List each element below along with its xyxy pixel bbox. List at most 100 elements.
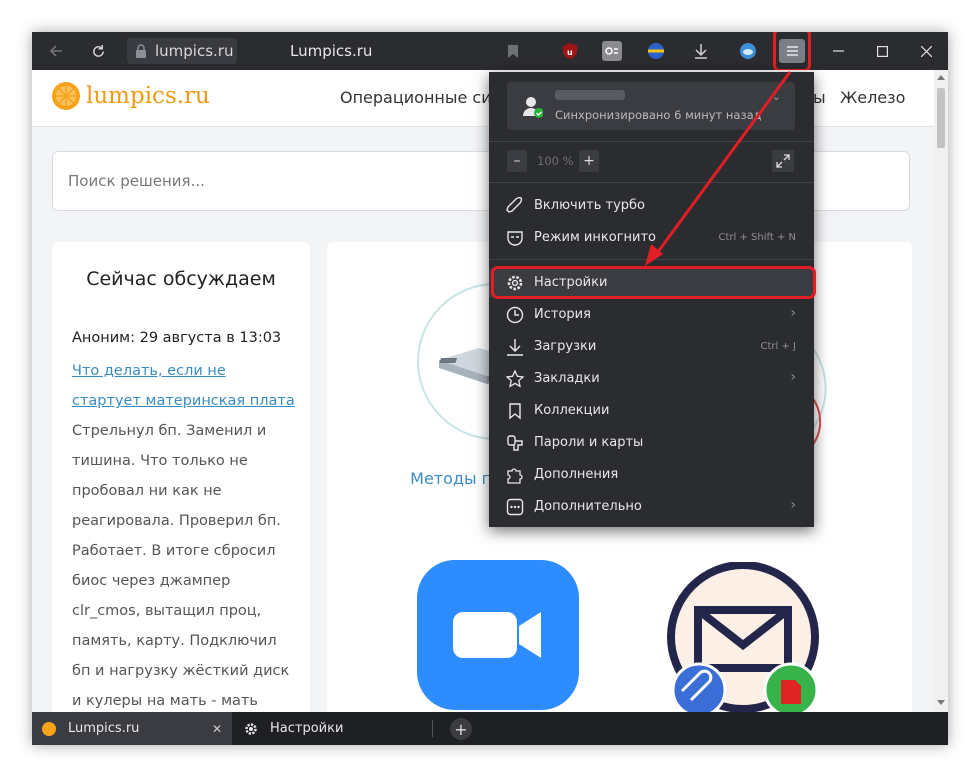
new-tab-button[interactable]: + (450, 718, 472, 740)
reload-icon (92, 44, 104, 57)
rocket-icon (506, 197, 523, 213)
svg-text:u: u (567, 48, 573, 57)
menu-divider (489, 182, 814, 183)
comment-meta: Аноним: 29 августа в 13:03 (72, 330, 282, 346)
zoom-in-button[interactable]: + (579, 150, 599, 172)
discussion-title: Сейчас обсуждаем (86, 268, 276, 290)
browser-main-menu: Синхронизировано 6 минут назад ⌄ – 100 %… (489, 72, 814, 527)
tab-label: Lumpics.ru (68, 721, 140, 736)
maximize-button[interactable] (860, 32, 904, 70)
more-icon (506, 498, 524, 516)
sync-status: Синхронизировано 6 минут назад (555, 108, 762, 122)
menu-item-downloads[interactable]: Загрузки Ctrl + J (489, 332, 814, 362)
nav-item-os[interactable]: Операционные сис (340, 88, 500, 107)
gear-icon (245, 722, 257, 735)
puzzle-icon (507, 468, 523, 484)
settings-highlight (491, 266, 816, 299)
menu-item-addons[interactable]: Дополнения (489, 460, 814, 490)
menu-item-label: Загрузки (534, 339, 597, 354)
browser-toolbar: lumpics.ru Lumpics.ru u (32, 32, 948, 72)
menu-item-incognito[interactable]: Режим инкогнито Ctrl + Shift + N (489, 223, 814, 253)
tab-lumpics[interactable]: Lumpics.ru ✕ (32, 712, 232, 745)
bookmark-icon (508, 44, 518, 58)
scroll-down-icon[interactable] (937, 700, 945, 706)
close-window-button[interactable] (904, 32, 948, 70)
nav-item-hardware[interactable]: Железо (840, 88, 905, 107)
nav-item-partial[interactable]: ы (813, 88, 826, 107)
menu-item-label: Дополнения (534, 467, 619, 482)
profile-name-blurred (555, 90, 625, 100)
extension-weather-icon[interactable] (738, 41, 758, 61)
zoom-level: 100 % (537, 154, 574, 168)
chevron-right-icon: › (790, 305, 796, 321)
chevron-right-icon: › (790, 369, 796, 385)
download-icon (695, 44, 707, 59)
menu-item-label: Режим инкогнито (534, 230, 656, 245)
mail-app-icon[interactable] (663, 562, 823, 712)
minimize-icon (832, 50, 844, 52)
close-icon (920, 45, 932, 57)
mask-icon (507, 231, 523, 246)
extension-lastpass-icon[interactable] (602, 41, 622, 61)
menu-item-passwords[interactable]: Пароли и карты (489, 428, 814, 458)
user-avatar-icon (523, 97, 543, 118)
clock-icon (506, 306, 524, 324)
menu-item-history[interactable]: История › (489, 300, 814, 330)
back-button[interactable] (40, 32, 72, 70)
bookmark-page-button[interactable] (497, 32, 529, 70)
menu-item-collections[interactable]: Коллекции (489, 396, 814, 426)
site-logo[interactable]: lumpics.ru (52, 82, 210, 110)
scrollbar-thumb[interactable] (937, 88, 945, 148)
zoom-controls: – 100 % + (507, 150, 795, 172)
chevron-right-icon: › (790, 497, 796, 513)
address-bar[interactable]: lumpics.ru (127, 38, 237, 64)
menu-divider (489, 141, 814, 142)
extension-ublock-icon[interactable]: u (560, 41, 580, 61)
address-text: lumpics.ru (155, 42, 234, 60)
menu-item-label: Коллекции (534, 403, 610, 418)
minimize-button[interactable] (816, 32, 860, 70)
tab-label: Настройки (270, 721, 344, 736)
search-placeholder: Поиск решения... (68, 172, 205, 190)
page-title: Lumpics.ru (290, 42, 373, 60)
maximize-icon (876, 45, 888, 57)
lumpics-favicon-icon (42, 721, 56, 736)
page-scrollbar[interactable] (934, 70, 948, 712)
menu-item-more[interactable]: Дополнительно › (489, 492, 814, 522)
menu-item-label: Включить турбо (534, 198, 646, 213)
chevron-down-icon[interactable]: ⌄ (772, 90, 781, 103)
tab-close-icon[interactable]: ✕ (212, 722, 222, 736)
menu-item-bookmarks[interactable]: Закладки › (489, 364, 814, 394)
key-icon (507, 435, 523, 451)
extension-globe-icon[interactable] (646, 41, 666, 61)
logo-text: lumpics.ru (86, 83, 210, 109)
orange-logo-icon (52, 82, 80, 110)
scroll-up-icon[interactable] (937, 74, 945, 80)
star-icon (506, 370, 524, 388)
menu-divider (489, 259, 814, 260)
fullscreen-button[interactable] (772, 150, 794, 172)
menu-item-label: Пароли и карты (534, 435, 644, 450)
discussion-link[interactable]: Что делать, если не стартует материнская… (72, 356, 297, 416)
lock-icon (136, 44, 146, 58)
back-arrow-icon (49, 45, 62, 57)
menu-item-label: История (534, 307, 591, 322)
comment-text: Стрельнул бп. Заменил и тишина. Что толь… (72, 423, 290, 709)
download-icon (507, 339, 523, 356)
downloads-button[interactable] (685, 32, 717, 70)
reload-button[interactable] (82, 32, 114, 70)
profile-sync-block[interactable]: Синхронизировано 6 минут назад ⌄ (507, 82, 795, 130)
menu-item-turbo[interactable]: Включить турбо (489, 191, 814, 221)
tab-settings[interactable]: Настройки (234, 712, 432, 745)
menu-button-highlight (773, 32, 811, 72)
zoom-out-button[interactable]: – (507, 150, 527, 172)
tab-bar: Lumpics.ru ✕ Настройки + (32, 712, 948, 745)
menu-item-shortcut: Ctrl + J (760, 341, 796, 352)
tab-divider (432, 720, 433, 737)
fullscreen-icon (776, 154, 790, 168)
zoom-app-icon[interactable] (417, 560, 579, 710)
menu-item-shortcut: Ctrl + Shift + N (718, 232, 796, 243)
discussion-panel: Сейчас обсуждаем Аноним: 29 августа в 13… (52, 242, 310, 712)
menu-item-label: Закладки (534, 371, 600, 386)
menu-item-label: Дополнительно (534, 499, 642, 514)
